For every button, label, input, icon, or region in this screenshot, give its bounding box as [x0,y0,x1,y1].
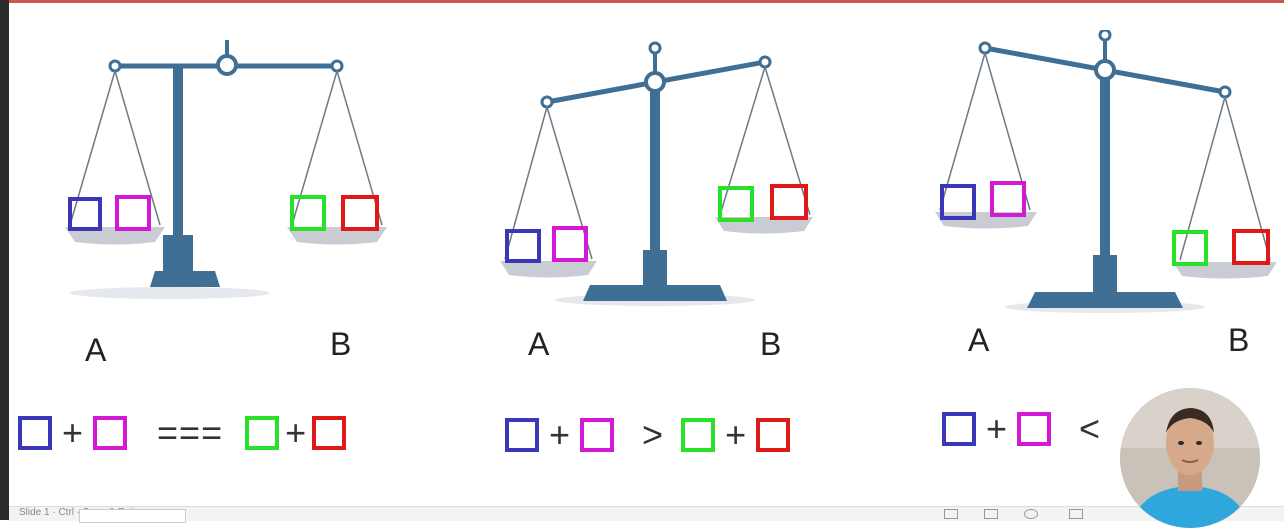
balance-scale-left-heavy [500,41,813,306]
page-input[interactable] [79,509,186,523]
eq-box-magenta [580,418,615,452]
fit-icon[interactable] [1069,509,1083,519]
window-left-edge [0,0,9,520]
scale-2-label-b: B [760,326,782,362]
scale-3-label-a: A [968,322,990,358]
eq-box-blue [942,412,976,446]
pan-box-magenta [115,195,151,231]
slide-view-icon[interactable] [984,509,998,519]
eq-box-red [312,416,347,450]
equation-equal: + === + [18,410,347,456]
balance-scale-right-heavy [935,30,1277,313]
eq-box-red [756,418,791,452]
pan-box-magenta [552,226,588,262]
pan-box-blue [940,184,976,220]
scale-3-label-b: B [1228,322,1250,358]
operator: === [157,412,224,453]
balance-scale-equal [65,40,387,299]
pan-box-green [290,195,326,231]
pan-box-blue [505,229,541,263]
scale-1-label-b: B [330,326,352,362]
presenter-avatar [1120,388,1260,528]
plus-sign: + [986,408,1008,449]
equation-greater: + > + [505,412,791,458]
pan-box-green [1172,230,1208,266]
plus-sign: + [725,414,747,455]
grid-view-icon[interactable] [944,509,958,519]
operator: < [1079,408,1101,449]
pan-box-red [1232,229,1270,265]
plus-sign: + [549,414,571,455]
pan-box-red [770,184,808,220]
eq-box-green [681,418,716,452]
eq-box-green [245,416,280,450]
eq-box-blue [505,418,539,452]
zoom-icon[interactable] [1024,509,1038,519]
eq-box-magenta [93,416,128,450]
pan-box-blue [68,197,102,231]
pan-box-red [341,195,379,231]
presenter-webcam [1120,388,1260,528]
pan-box-green [718,186,754,222]
eq-box-blue [18,416,52,450]
scale-2-label-a: A [528,326,550,362]
scale-1-label-a: A [85,332,107,368]
pan-box-magenta [990,181,1026,217]
eq-box-magenta [1017,412,1052,446]
plus-sign: + [62,412,84,453]
plus-sign: + [285,412,307,453]
operator: > [642,414,664,455]
slide-top-border [9,0,1284,3]
status-bar: Slide 1 · Ctrl · Save & Exit [9,506,1284,523]
